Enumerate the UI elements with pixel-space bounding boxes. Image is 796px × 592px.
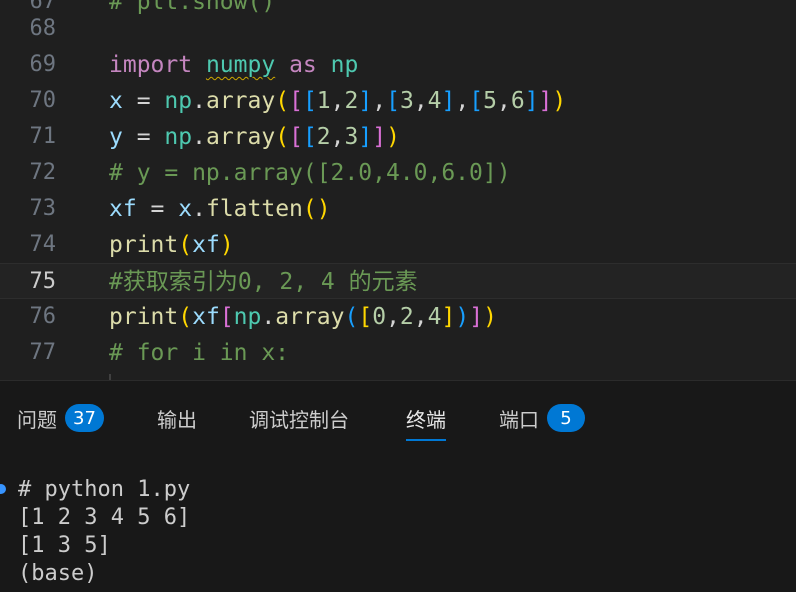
problems-count-badge: 37 [65, 404, 104, 432]
operator: = [122, 124, 165, 150]
terminal-line: [1 2 3 4 5 6] [18, 505, 191, 530]
keyword-import: import [109, 52, 193, 78]
tab-label: 端口 [499, 407, 539, 432]
line-number: 75 [29, 269, 57, 294]
terminal-line: (base) [18, 561, 98, 586]
line-number: 73 [29, 196, 57, 221]
code-line: 70 x = np.array([[1,2],[3,4],[5,6]]) [0, 83, 796, 119]
number: 2 [316, 124, 331, 150]
function: print [109, 232, 179, 258]
operator: = [136, 196, 179, 222]
tab-problems[interactable]: 问题 37 [17, 403, 104, 433]
code-text: import numpy as np [109, 47, 358, 83]
code-line: 68 [0, 11, 796, 47]
code-line: 73 xf = x.flatten() [0, 191, 796, 227]
line-number: 71 [29, 124, 57, 149]
tab-ports[interactable]: 端口 5 [499, 403, 585, 433]
panel-tabs: 问题 37 输出 调试控制台 终端 端口 5 [0, 381, 796, 451]
code-editor[interactable]: 67 # plt.show() 68 69 import numpy as np… [0, 0, 796, 380]
number: 0 [372, 304, 387, 330]
code-line: 69 import numpy as np [0, 47, 796, 83]
code-text: y = np.array([[2,3]]) [109, 124, 400, 150]
number: 2 [344, 88, 359, 114]
variable: xf [109, 196, 137, 222]
tab-label: 终端 [406, 407, 446, 432]
line-number: 70 [29, 88, 57, 113]
code-line: 76 print(xf[np.array([0,2,4])]) [0, 299, 796, 335]
number: 2 [399, 304, 414, 330]
tab-output[interactable]: 输出 [157, 403, 197, 433]
line-number: 74 [29, 232, 57, 257]
number: 6 [510, 88, 525, 114]
module-name[interactable]: numpy [206, 52, 275, 78]
code-comment: # for i in x: [109, 340, 290, 366]
code-line: 71 y = np.array([[2,3]]) [0, 119, 796, 155]
line-number: 76 [29, 304, 57, 329]
variable: y [109, 124, 123, 150]
number: 1 [316, 88, 331, 114]
code-comment: #获取索引为0, 2, 4 的元素 [109, 269, 418, 295]
code-line: 77 # for i in x: [0, 335, 796, 371]
line-number: 77 [29, 340, 57, 365]
number: 3 [344, 124, 359, 150]
code-comment: # y = np.array([2.0,4.0,6.0]) [109, 160, 511, 186]
object: np [164, 88, 193, 114]
code-line: 72 # y = np.array([2.0,4.0,6.0]) [0, 155, 796, 191]
method: array [205, 124, 276, 150]
tab-label: 调试控制台 [249, 407, 349, 432]
number: 4 [427, 88, 442, 114]
code-line-current: 75 #获取索引为0, 2, 4 的元素 [0, 263, 796, 299]
tab-label: 问题 [17, 407, 57, 432]
code-text: print(xf) [109, 232, 234, 258]
line-number: 68 [29, 16, 57, 41]
number: 5 [483, 88, 497, 114]
tab-terminal[interactable]: 终端 [406, 403, 446, 441]
method: array [275, 304, 345, 330]
tab-debug-console[interactable]: 调试控制台 [249, 403, 349, 433]
argument: xf [192, 304, 220, 330]
code-line: 74 print(xf) [0, 227, 796, 263]
code-text: print(xf[np.array([0,2,4])]) [109, 304, 497, 330]
method: flatten [205, 196, 303, 222]
number: 4 [427, 304, 442, 330]
line-number: 72 [29, 160, 57, 185]
ports-count-badge: 5 [547, 404, 585, 432]
object: x [178, 196, 193, 222]
tab-label: 输出 [157, 407, 197, 432]
line-number: 69 [29, 52, 57, 77]
module-alias: np [330, 52, 359, 78]
operator: = [122, 88, 165, 114]
terminal-line: # python 1.py [18, 477, 191, 502]
number: 3 [399, 88, 414, 114]
argument: xf [192, 232, 220, 258]
terminal-line: [1 3 5] [18, 533, 111, 558]
variable: x [109, 88, 123, 114]
keyword-as: as [289, 52, 317, 78]
code-text: x = np.array([[1,2],[3,4],[5,6]]) [109, 88, 567, 114]
object: np [233, 304, 262, 330]
code-text: xf = x.flatten() [109, 196, 331, 222]
object: np [164, 124, 193, 150]
method: array [205, 88, 276, 114]
function: print [109, 304, 179, 330]
